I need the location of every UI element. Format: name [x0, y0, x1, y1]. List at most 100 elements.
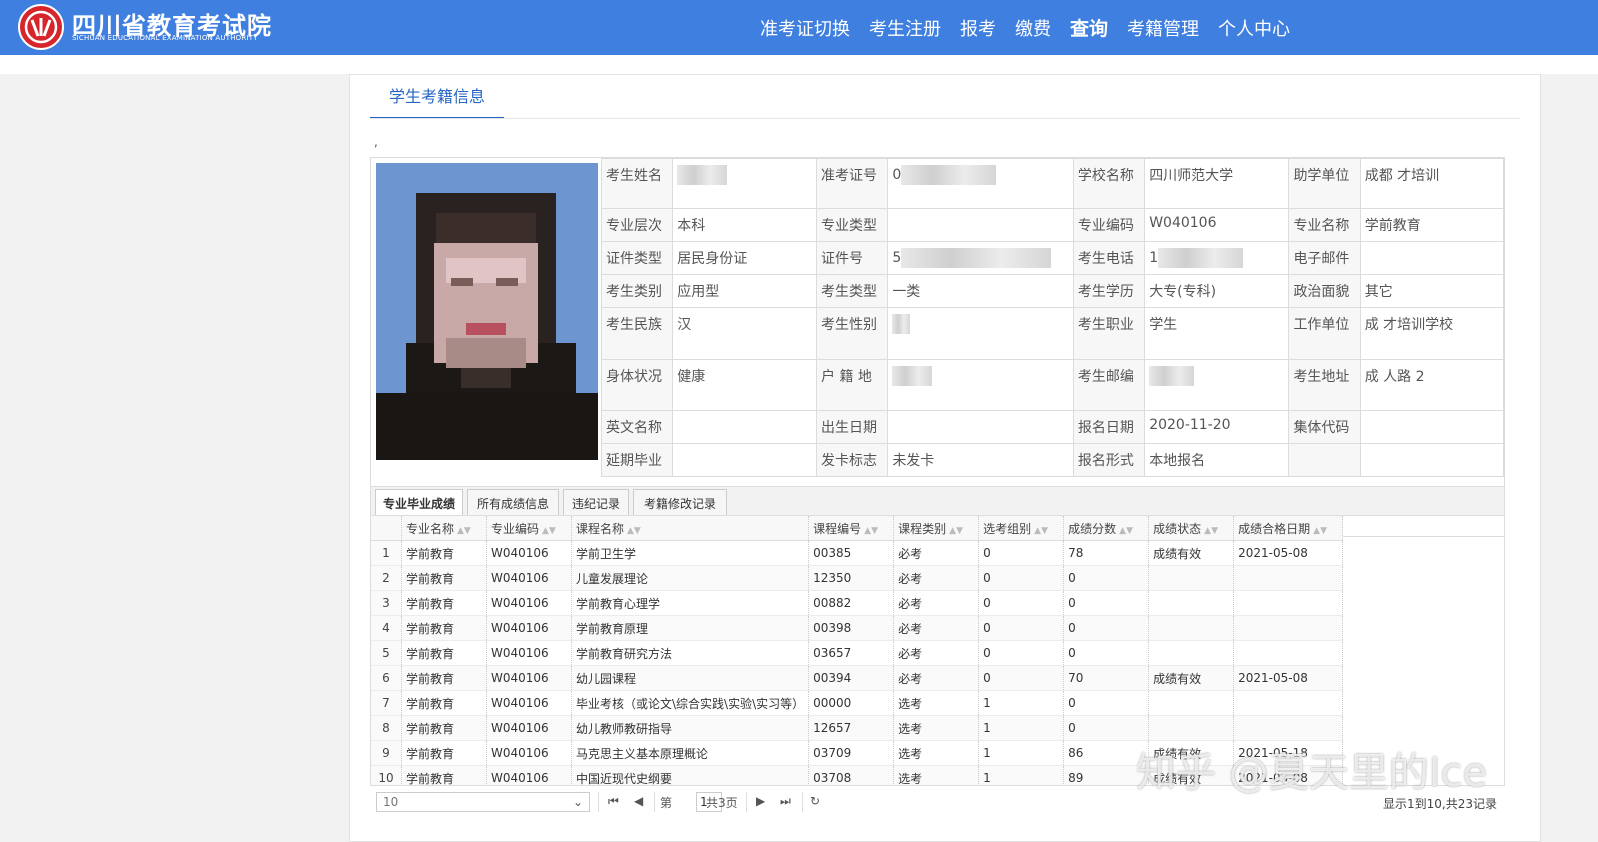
tab-record-changes[interactable]: 考籍修改记录 — [633, 489, 727, 517]
col-score-label: 成绩分数 — [1068, 521, 1117, 536]
cell-pass-date — [1233, 590, 1344, 616]
pixelated-portrait — [376, 163, 598, 460]
pager-divider — [654, 792, 655, 812]
value-email — [1359, 241, 1505, 275]
value-major-level: 本科 — [672, 208, 818, 242]
cell-row-number: 1 — [371, 540, 402, 566]
cell-major-code: W040106 — [486, 690, 572, 716]
col-course-name[interactable]: 课程名称 ▲▼ — [571, 516, 810, 541]
col-score-status[interactable]: 成绩状态 ▲▼ — [1148, 516, 1235, 541]
col-course-name-label: 课程名称 — [576, 521, 625, 536]
nav-payment[interactable]: 缴费 — [1015, 15, 1051, 41]
cell-elective-group: 0 — [978, 565, 1065, 591]
cell-score-status — [1148, 565, 1235, 591]
label-id-type: 证件类型 — [600, 241, 674, 275]
value-phone: 1 — [1144, 241, 1290, 275]
pager-divider — [746, 792, 747, 812]
last-page-icon[interactable]: ⏭ — [780, 794, 791, 809]
tab-student-records-label: 学生考籍信息 — [388, 87, 485, 106]
nav-personal[interactable]: 个人中心 — [1218, 15, 1290, 41]
tab-major-grad-scores[interactable]: 专业毕业成绩 — [375, 489, 463, 518]
refresh-icon[interactable]: ↻ — [810, 794, 820, 808]
cell-elective-group: 1 — [978, 715, 1065, 741]
cell-course-code: 03709 — [808, 740, 895, 766]
cell-course-code: 00385 — [808, 540, 895, 566]
table-row[interactable]: 5 学前教育 W040106 学前教育研究方法 03657 必考 0 0 — [371, 640, 1344, 666]
value-register-form: 本地报名 — [1144, 443, 1290, 477]
cell-elective-group: 0 — [978, 590, 1065, 616]
label-exam-type: 考生类型 — [816, 274, 889, 308]
col-course-code[interactable]: 课程编号 ▲▼ — [808, 516, 895, 541]
table-row[interactable]: 8 学前教育 W040106 幼儿教师教研指导 12657 选考 1 0 — [371, 715, 1344, 741]
cell-score: 0 — [1063, 640, 1150, 666]
nav-records[interactable]: 考籍管理 — [1127, 15, 1199, 41]
value-assist-unit: 成都 才培训 — [1359, 158, 1505, 209]
cell-course-name: 马克思主义基本原理概论 — [571, 740, 810, 766]
tab-all-scores[interactable]: 所有成绩信息 — [467, 489, 559, 517]
cell-major-name: 学前教育 — [401, 590, 487, 616]
cell-course-name: 幼儿教师教研指导 — [571, 715, 810, 741]
value-health: 健康 — [672, 359, 818, 411]
value-group-code — [1359, 410, 1505, 444]
col-pass-date[interactable]: 成绩合格日期 ▲▼ — [1233, 516, 1344, 541]
label-english-name: 英文名称 — [600, 410, 674, 444]
label-empty — [1288, 443, 1361, 477]
next-page-icon[interactable]: ▶ — [756, 794, 765, 808]
cell-course-code: 00398 — [808, 615, 895, 641]
table-row[interactable]: 6 学前教育 W040106 幼儿园课程 00394 必考 0 70 成绩有效 2021-05-0… — [371, 665, 1344, 691]
watermark: 知乎 @夏天里的Ice — [1136, 750, 1488, 796]
cell-course-name: 学前卫生学 — [571, 540, 810, 566]
student-info-table: 考生姓名 准考证号 0 学校名称 四川师范大学 助学单位 成都 才培训 专业层次… — [370, 157, 1505, 537]
redacted-name — [677, 165, 728, 185]
cell-course-code: 03657 — [808, 640, 895, 666]
cell-major-code: W040106 — [486, 715, 572, 741]
table-row[interactable]: 4 学前教育 W040106 学前教育原理 00398 必考 0 0 — [371, 615, 1344, 641]
value-education: 大专(专科) — [1144, 274, 1290, 308]
value-school: 四川师范大学 — [1144, 158, 1290, 209]
table-row[interactable]: 7 学前教育 W040106 毕业考核（或论文\综合实践\实验\实习等） 00000 选考… — [371, 690, 1344, 716]
table-row[interactable]: 1 学前教育 W040106 学前卫生学 00385 必考 0 78 成绩有效 2021-05-0… — [371, 540, 1344, 566]
cell-major-name: 学前教育 — [401, 690, 487, 716]
cell-course-name: 儿童发展理论 — [571, 565, 810, 591]
label-category: 考生类别 — [600, 274, 674, 308]
label-occupation: 考生职业 — [1072, 307, 1146, 360]
value-phone-text: 1 — [1149, 250, 1159, 266]
cell-elective-group: 0 — [978, 640, 1065, 666]
col-major-code[interactable]: 专业编码 ▲▼ — [486, 516, 572, 541]
nav-apply[interactable]: 报考 — [960, 15, 996, 41]
label-email: 电子邮件 — [1288, 241, 1361, 275]
nav-ticket-switch[interactable]: 准考证切换 — [760, 15, 850, 41]
table-row[interactable]: 2 学前教育 W040106 儿童发展理论 12350 必考 0 0 — [371, 565, 1344, 591]
cell-score-status — [1148, 590, 1235, 616]
tab-student-records[interactable]: 学生考籍信息 — [370, 87, 504, 119]
col-course-type[interactable]: 课程类别 ▲▼ — [893, 516, 980, 541]
cell-major-name: 学前教育 — [401, 715, 487, 741]
cell-course-code: 12657 — [808, 715, 895, 741]
cell-row-number: 3 — [371, 590, 402, 616]
col-major-name[interactable]: 专业名称 ▲▼ — [401, 516, 487, 541]
nav-query[interactable]: 查询 — [1070, 14, 1108, 41]
cell-pass-date — [1233, 640, 1344, 666]
label-group-code: 集体代码 — [1288, 410, 1361, 444]
label-id-no: 证件号 — [816, 241, 889, 275]
value-exam-type: 一类 — [887, 274, 1074, 308]
cell-major-name: 学前教育 — [401, 565, 487, 591]
col-score[interactable]: 成绩分数 ▲▼ — [1063, 516, 1150, 541]
value-id-no: 5 — [887, 241, 1074, 275]
cell-major-code: W040106 — [486, 590, 572, 616]
redacted-hukou — [892, 366, 933, 386]
label-school: 学校名称 — [1072, 158, 1146, 209]
prev-page-icon[interactable]: ◀ — [634, 794, 643, 808]
cell-score: 0 — [1063, 590, 1150, 616]
label-phone: 考生电话 — [1072, 241, 1146, 275]
page-size-select[interactable]: 10 ⌄ — [376, 792, 590, 812]
table-row[interactable]: 3 学前教育 W040106 学前教育心理学 00882 必考 0 0 — [371, 590, 1344, 616]
cell-score-status: 成绩有效 — [1148, 540, 1235, 566]
col-elective-group[interactable]: 选考组别 ▲▼ — [978, 516, 1065, 541]
logo-icon[interactable] — [18, 4, 64, 50]
sort-icon: ▲▼ — [1034, 525, 1048, 536]
first-page-icon[interactable]: ⏮ — [608, 794, 619, 809]
col-course-code-label: 课程编号 — [813, 521, 862, 536]
nav-register[interactable]: 考生注册 — [869, 15, 941, 41]
tab-violations[interactable]: 违纪记录 — [563, 489, 629, 517]
